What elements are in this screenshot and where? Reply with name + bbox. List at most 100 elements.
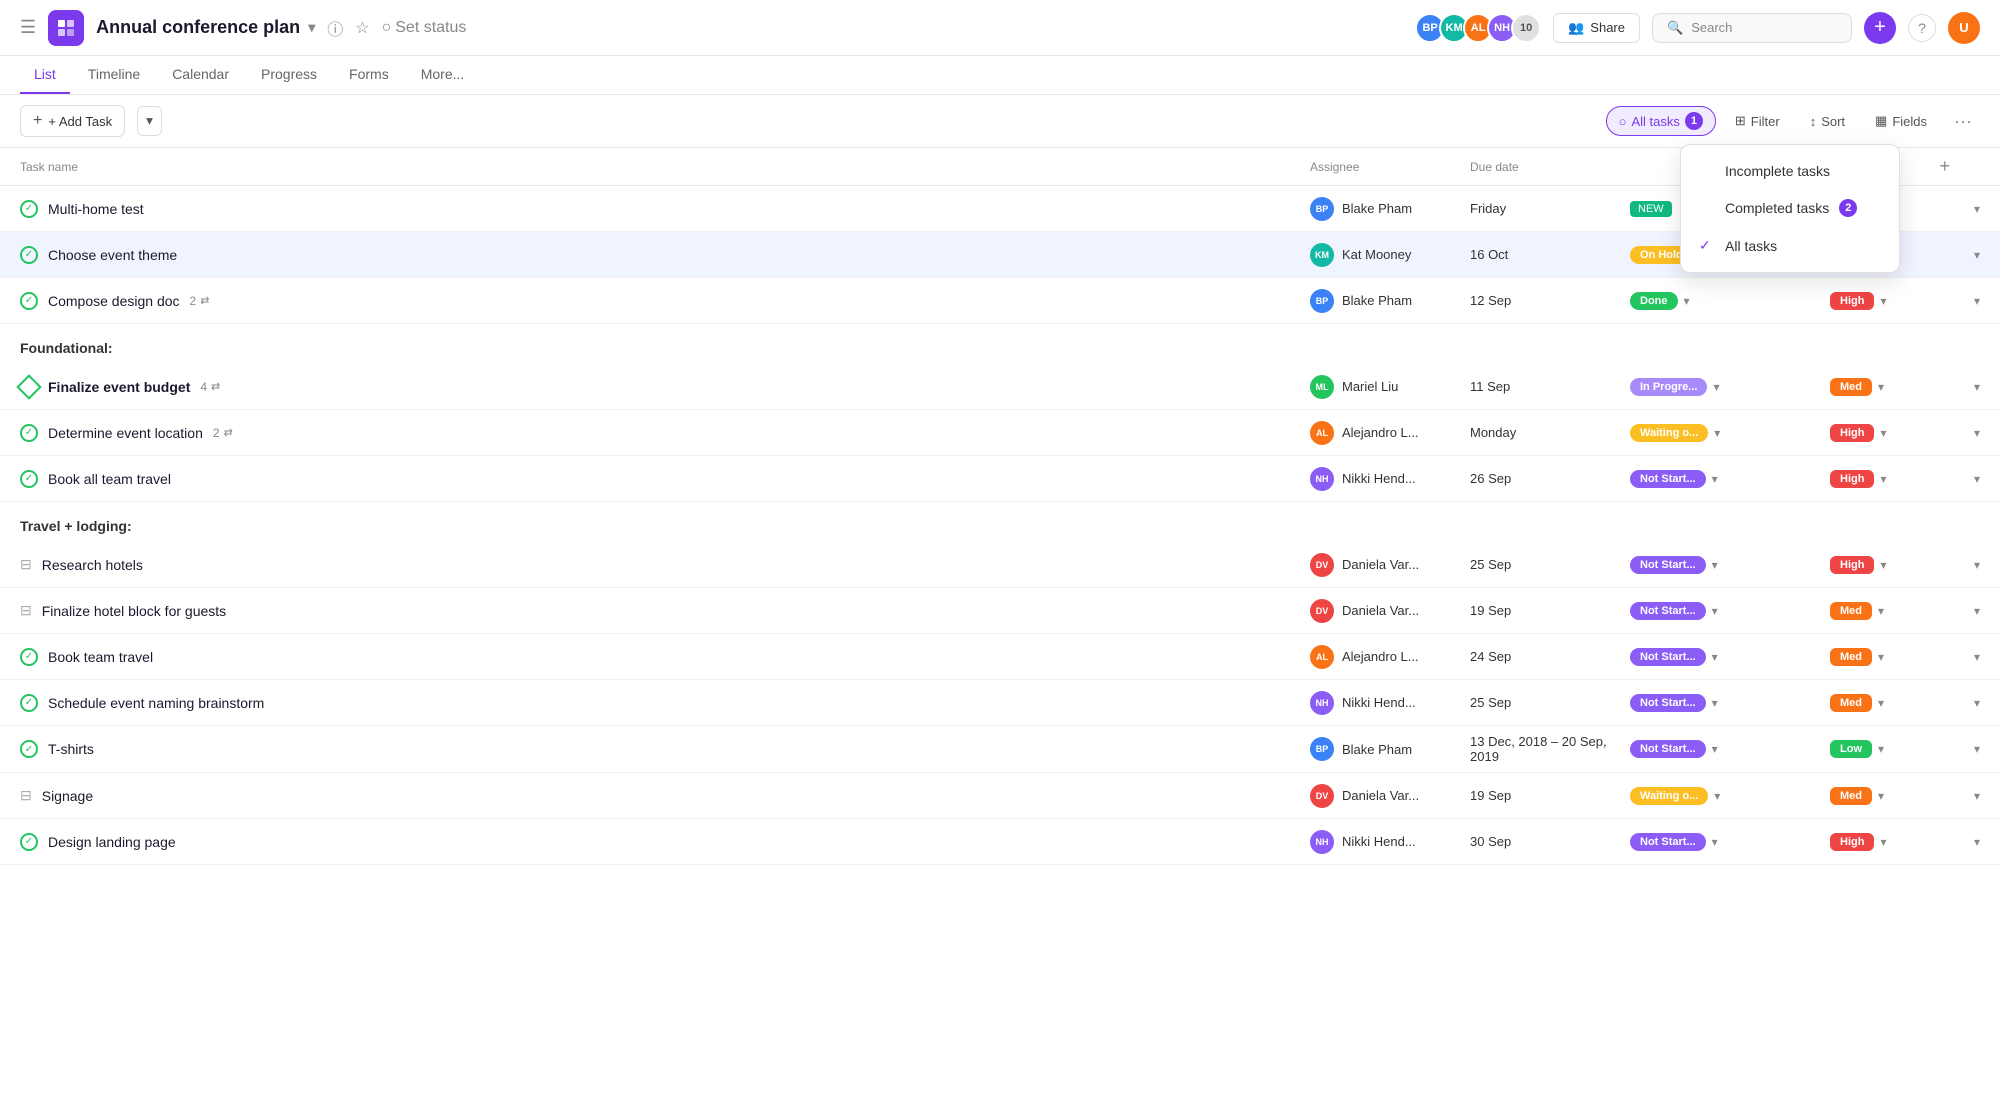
completed-tasks-option[interactable]: Completed tasks 2 bbox=[1681, 189, 1899, 227]
priority-badge[interactable]: Med bbox=[1830, 787, 1872, 805]
status-dropdown-icon[interactable]: ▾ bbox=[1712, 696, 1718, 710]
priority-badge[interactable]: High bbox=[1830, 292, 1874, 310]
task-name[interactable]: Multi-home test bbox=[48, 201, 144, 217]
priority-badge[interactable]: High bbox=[1830, 470, 1874, 488]
status-dropdown-icon[interactable]: ▾ bbox=[1712, 472, 1718, 486]
tab-forms[interactable]: Forms bbox=[335, 56, 403, 94]
row-more-icon[interactable]: ▾ bbox=[1950, 835, 1980, 849]
task-name[interactable]: Research hotels bbox=[42, 557, 143, 573]
sort-button[interactable]: ↕ Sort bbox=[1799, 108, 1856, 135]
all-tasks-filter-button[interactable]: ○ All tasks 1 bbox=[1606, 106, 1716, 136]
task-check-icon[interactable]: ✓ bbox=[20, 648, 38, 666]
info-icon[interactable]: ⓘ bbox=[327, 16, 343, 40]
row-expand-icon[interactable]: ▾ bbox=[1878, 380, 1884, 394]
task-name[interactable]: Book team travel bbox=[48, 649, 153, 665]
tab-timeline[interactable]: Timeline bbox=[74, 56, 154, 94]
status-dropdown-icon[interactable]: ▾ bbox=[1712, 650, 1718, 664]
task-check-icon[interactable]: ✓ bbox=[20, 292, 38, 310]
hamburger-icon[interactable]: ☰ bbox=[20, 17, 36, 38]
task-name[interactable]: Finalize event budget bbox=[48, 379, 190, 395]
task-check-icon[interactable]: ✓ bbox=[20, 200, 38, 218]
row-expand-icon[interactable]: ▾ bbox=[1880, 558, 1886, 572]
priority-badge[interactable]: High bbox=[1830, 424, 1874, 442]
priority-badge[interactable]: High bbox=[1830, 556, 1874, 574]
row-more-icon[interactable]: ▾ bbox=[1950, 604, 1980, 618]
task-check-icon[interactable]: ✓ bbox=[20, 694, 38, 712]
status-dropdown-icon[interactable]: ▾ bbox=[1713, 380, 1719, 394]
status-badge[interactable]: Not Start... bbox=[1630, 556, 1706, 574]
priority-badge[interactable]: Med bbox=[1830, 378, 1872, 396]
status-dropdown-icon[interactable]: ▾ bbox=[1712, 558, 1718, 572]
task-check-icon[interactable]: ✓ bbox=[20, 424, 38, 442]
task-name[interactable]: Choose event theme bbox=[48, 247, 177, 263]
row-more-icon[interactable]: ▾ bbox=[1950, 294, 1980, 308]
status-badge[interactable]: In Progre... bbox=[1630, 378, 1707, 396]
row-more-icon[interactable]: ▾ bbox=[1950, 202, 1980, 216]
task-name[interactable]: Signage bbox=[42, 788, 93, 804]
status-dropdown-icon[interactable]: ▾ bbox=[1712, 835, 1718, 849]
user-avatar[interactable]: U bbox=[1948, 12, 1980, 44]
status-dropdown-icon[interactable]: ▾ bbox=[1684, 294, 1690, 308]
add-column-button[interactable]: + bbox=[1939, 156, 1950, 177]
status-dropdown-icon[interactable]: ▾ bbox=[1712, 604, 1718, 618]
filter-button[interactable]: ⊞ Filter bbox=[1724, 107, 1791, 135]
row-more-icon[interactable]: ▾ bbox=[1950, 789, 1980, 803]
task-check-icon[interactable]: ✓ bbox=[20, 470, 38, 488]
task-name[interactable]: Design landing page bbox=[48, 834, 176, 850]
add-button[interactable]: + bbox=[1864, 12, 1896, 44]
incomplete-tasks-option[interactable]: Incomplete tasks bbox=[1681, 153, 1899, 189]
set-status-btn[interactable]: ○ Set status bbox=[382, 19, 467, 37]
row-more-icon[interactable]: ▾ bbox=[1950, 380, 1980, 394]
row-expand-icon[interactable]: ▾ bbox=[1880, 294, 1886, 308]
task-name[interactable]: Compose design doc bbox=[48, 293, 180, 309]
status-badge[interactable]: Waiting o... bbox=[1630, 787, 1708, 805]
add-task-dropdown-button[interactable]: ▾ bbox=[137, 106, 162, 136]
star-icon[interactable]: ☆ bbox=[355, 18, 369, 38]
tab-list[interactable]: List bbox=[20, 56, 70, 94]
row-expand-icon[interactable]: ▾ bbox=[1878, 742, 1884, 756]
search-bar[interactable]: 🔍 Search bbox=[1652, 13, 1852, 43]
add-task-button[interactable]: + + Add Task bbox=[20, 105, 125, 137]
status-badge[interactable]: Not Start... bbox=[1630, 648, 1706, 666]
help-button[interactable]: ? bbox=[1908, 14, 1936, 42]
row-more-icon[interactable]: ▾ bbox=[1950, 742, 1980, 756]
all-tasks-option[interactable]: ✓ All tasks bbox=[1681, 227, 1899, 264]
status-dropdown-icon[interactable]: ▾ bbox=[1714, 789, 1720, 803]
row-more-icon[interactable]: ▾ bbox=[1950, 472, 1980, 486]
status-badge[interactable]: Not Start... bbox=[1630, 833, 1706, 851]
row-expand-icon[interactable]: ▾ bbox=[1880, 835, 1886, 849]
more-options-button[interactable]: ··· bbox=[1946, 107, 1980, 136]
tab-calendar[interactable]: Calendar bbox=[158, 56, 243, 94]
status-badge[interactable]: Not Start... bbox=[1630, 602, 1706, 620]
status-badge[interactable]: Not Start... bbox=[1630, 740, 1706, 758]
task-name[interactable]: T-shirts bbox=[48, 741, 94, 757]
task-name[interactable]: Determine event location bbox=[48, 425, 203, 441]
row-expand-icon[interactable]: ▾ bbox=[1880, 426, 1886, 440]
row-expand-icon[interactable]: ▾ bbox=[1878, 789, 1884, 803]
fields-button[interactable]: ▦ Fields bbox=[1864, 107, 1938, 135]
row-more-icon[interactable]: ▾ bbox=[1950, 558, 1980, 572]
priority-badge[interactable]: Med bbox=[1830, 648, 1872, 666]
status-badge[interactable]: Waiting o... bbox=[1630, 424, 1708, 442]
title-chevron-icon[interactable]: ▾ bbox=[308, 19, 315, 36]
task-name[interactable]: Schedule event naming brainstorm bbox=[48, 695, 264, 711]
priority-badge[interactable]: Med bbox=[1830, 694, 1872, 712]
tab-more[interactable]: More... bbox=[407, 56, 479, 94]
row-more-icon[interactable]: ▾ bbox=[1950, 426, 1980, 440]
task-check-icon[interactable]: ✓ bbox=[20, 833, 38, 851]
status-dropdown-icon[interactable]: ▾ bbox=[1712, 742, 1718, 756]
task-name[interactable]: Finalize hotel block for guests bbox=[42, 603, 226, 619]
tab-progress[interactable]: Progress bbox=[247, 56, 331, 94]
row-expand-icon[interactable]: ▾ bbox=[1880, 472, 1886, 486]
priority-badge[interactable]: Low bbox=[1830, 740, 1872, 758]
row-expand-icon[interactable]: ▾ bbox=[1878, 696, 1884, 710]
status-badge[interactable]: Done bbox=[1630, 292, 1678, 310]
share-button[interactable]: 👥 Share bbox=[1553, 13, 1640, 43]
row-expand-icon[interactable]: ▾ bbox=[1878, 650, 1884, 664]
status-dropdown-icon[interactable]: ▾ bbox=[1714, 426, 1720, 440]
task-name[interactable]: Book all team travel bbox=[48, 471, 171, 487]
task-check-icon[interactable]: ✓ bbox=[20, 740, 38, 758]
status-badge[interactable]: Not Start... bbox=[1630, 694, 1706, 712]
row-expand-icon[interactable]: ▾ bbox=[1878, 604, 1884, 618]
priority-badge[interactable]: Med bbox=[1830, 602, 1872, 620]
